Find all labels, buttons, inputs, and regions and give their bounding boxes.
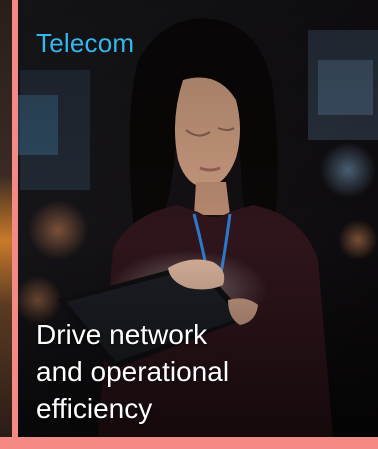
- telecom-card[interactable]: Telecom Drive network and operational ef…: [18, 0, 378, 437]
- card-category: Telecom: [36, 28, 135, 58]
- card-headline-line: efficiency: [36, 393, 153, 424]
- adjacent-card-image: [0, 0, 12, 437]
- adjacent-card-edge: [0, 0, 12, 449]
- card-headline-line: and operational: [36, 356, 230, 387]
- card-headline: Drive network and operational efficiency: [36, 316, 356, 427]
- card-headline-line: Drive network: [36, 319, 208, 350]
- frame-bottom-border: [0, 437, 378, 449]
